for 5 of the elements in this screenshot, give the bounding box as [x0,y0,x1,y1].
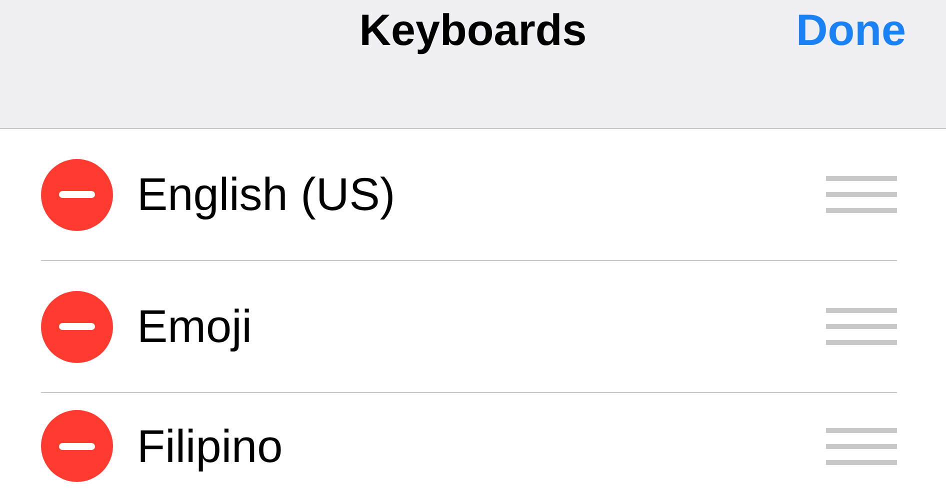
keyboard-name: Emoji [137,299,254,354]
keyboard-name: English (US) [137,167,396,222]
keyboard-name: Filipino [137,418,284,474]
nav-title: Keyboards [359,8,587,54]
done-button[interactable]: Done [796,8,906,54]
